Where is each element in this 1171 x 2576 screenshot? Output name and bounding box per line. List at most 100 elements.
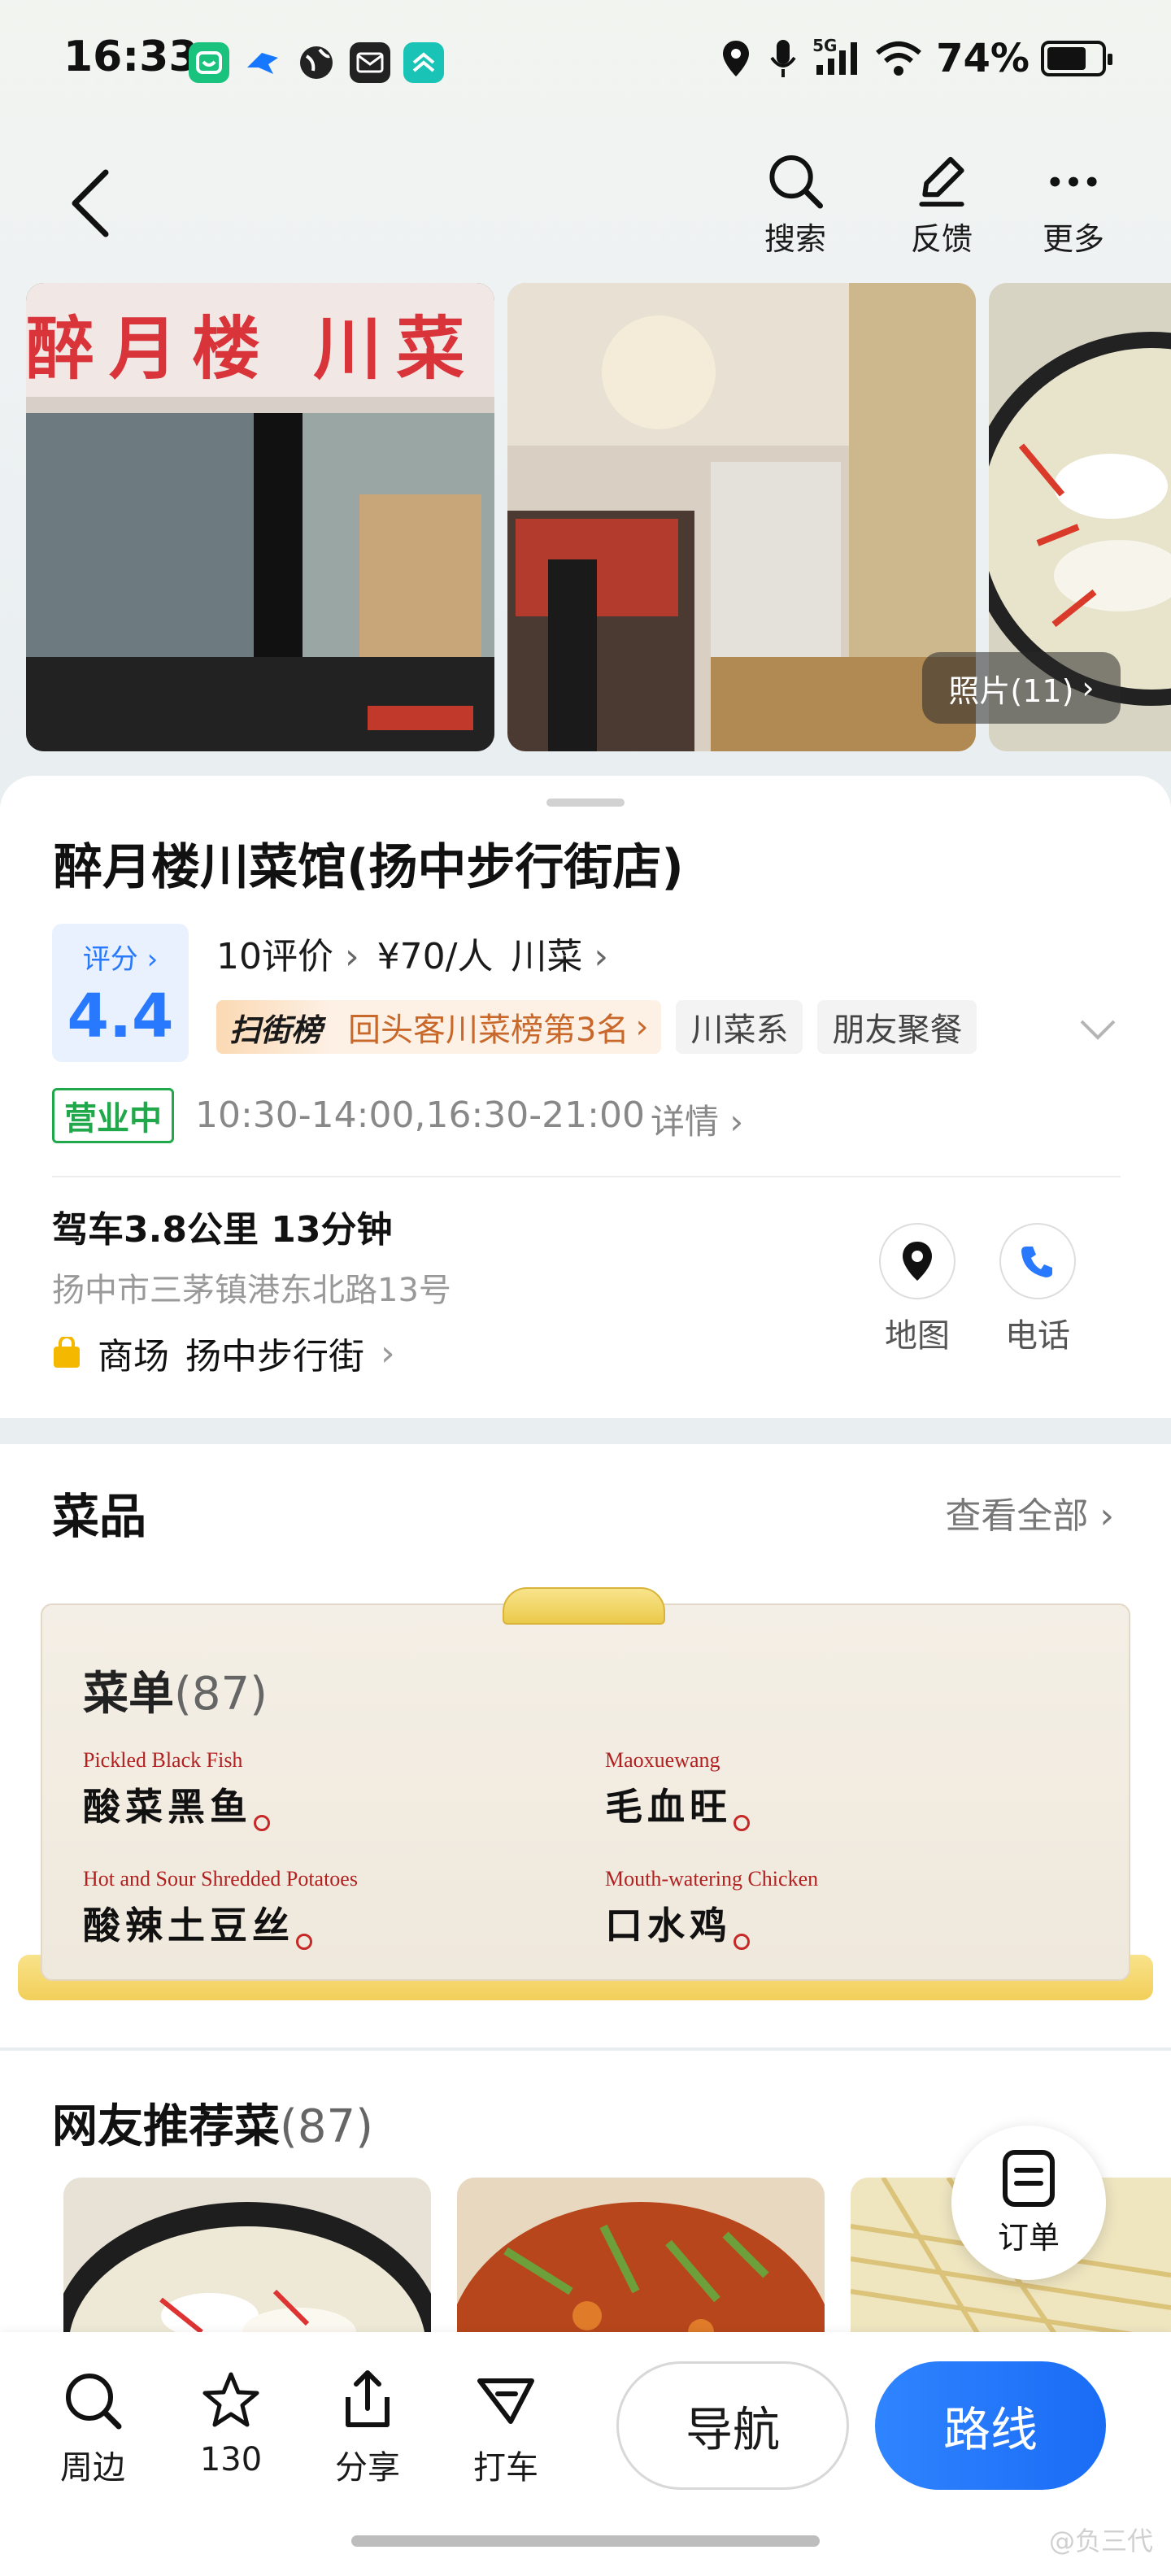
home-indicator[interactable] [351,2535,820,2547]
tag-cuisine: 川菜系 [676,1000,803,1054]
chevron-right-icon: › [719,1102,744,1142]
network-type: 5G [812,36,838,55]
drag-handle[interactable] [546,798,625,807]
menu-item-chinese: 酸菜黑鱼 [83,1778,270,1831]
mall-link[interactable]: 商场 扬中步行街 › [52,1327,395,1379]
photo-count-button[interactable]: 照片(11) › [922,652,1121,724]
menu-clip [503,1587,665,1625]
more-label: 更多 [1042,221,1104,257]
opening-hours: 10:30-14:00,16:30-21:00 [195,1094,645,1136]
status-bar: 16:33 5G 74% [0,0,1171,130]
storefront-sign-text: 醉月楼 川菜 [26,309,480,389]
category-link[interactable]: 川菜 › [511,927,608,979]
tag-occasion: 朋友聚餐 [817,1000,977,1054]
recommended-title: 网友推荐菜(87) [52,2090,373,2156]
favorite-button[interactable]: 130 [182,2369,280,2478]
chevron-right-icon: › [333,936,359,977]
photo-count-label: 照片(11) [948,672,1074,709]
category: 川菜 [511,936,583,977]
nav-app-notification-icon [403,42,444,83]
status-indicators: 5G 74% [718,36,1112,81]
bird-notification-icon [242,42,283,83]
wifi-icon [873,36,925,81]
score-value: 4.4 [67,981,174,1051]
menu-title-label: 菜单 [83,1668,174,1721]
notification-icons [189,42,444,83]
storefront-photo[interactable]: 醉月楼 川菜 [26,283,494,751]
poi-detail-card: 醉月楼川菜馆(扬中步行街店) 评分 › 4.4 10评价 › ¥70/人 川菜 … [0,776,1171,1418]
watermark: @负三代 [1048,2526,1153,2556]
order-button[interactable]: 订单 [951,2126,1106,2280]
mall-type: 商场 [98,1336,169,1377]
menu-count: (87) [174,1668,268,1721]
shopping-bag-icon [54,1337,80,1368]
chevron-right-icon: › [635,1008,649,1046]
hours-detail-label: 详情 [651,1102,720,1142]
globe-notification-icon [296,42,337,83]
share-icon [346,2370,390,2427]
tag-row: 扫街榜 回头客川菜榜第3名 › 川菜系 朋友聚餐 [216,1000,977,1054]
search-label: 搜索 [764,221,826,257]
taxi-button[interactable]: 打车 [457,2369,555,2488]
chevron-right-icon: › [137,943,159,976]
status-time: 16:33 [63,33,198,81]
taxi-icon [477,2378,534,2424]
menu-item-english: Maoxuewang [605,1748,720,1772]
edit-icon [919,156,964,207]
nearby-label: 周边 [60,2449,125,2487]
share-label: 分享 [335,2449,400,2487]
share-button[interactable]: 分享 [319,2369,416,2488]
interior-photo[interactable] [507,283,976,751]
tags-expand-button[interactable] [1078,1013,1117,1046]
reviews-link[interactable]: 10评价 › [216,927,359,979]
chevron-right-icon: › [582,936,608,977]
map-button[interactable]: 地图 [860,1223,974,1356]
reviews-count: 10评价 [216,936,333,977]
more-dots-icon [1050,176,1097,187]
photo-carousel[interactable]: 醉月楼 川菜 照片(11) › [0,283,1171,751]
search-button[interactable]: 搜索 [747,153,844,259]
taxi-label: 打车 [473,2449,538,2487]
view-all-dishes-link[interactable]: 查看全部 › [945,1486,1114,1538]
phone-button[interactable]: 电话 [981,1223,1095,1356]
chevron-right-icon: › [381,1332,395,1374]
battery-icon [1041,41,1112,76]
more-button[interactable]: 更多 [1025,153,1122,259]
menu-item-chinese: 毛血旺 [605,1778,750,1831]
navigate-button[interactable]: 导航 [616,2361,849,2490]
recommended-title-label: 网友推荐菜 [52,2100,280,2153]
star-icon [202,2372,259,2427]
nearby-button[interactable]: 周边 [44,2369,141,2488]
rank-logo: 扫街榜 [216,1000,336,1054]
menu-board[interactable]: 菜单(87) Pickled Black Fish 酸菜黑鱼 Maoxuewan… [18,1587,1153,2007]
menu-item[interactable]: Maoxuewang 毛血旺 [605,1748,750,1831]
score-box[interactable]: 评分 › 4.4 [52,924,189,1062]
menu-item-english: Mouth-watering Chicken [605,1867,819,1891]
view-all-label: 查看全部 [945,1495,1089,1537]
location-icon [718,36,754,81]
rank-tag[interactable]: 扫街榜 回头客川菜榜第3名 › [216,1000,662,1054]
route-button[interactable]: 路线 [875,2361,1106,2490]
phone-icon [1021,1247,1052,1277]
poi-meta-line: 10评价 › ¥70/人 川菜 › [216,927,608,979]
open-status-badge: 营业中 [52,1088,174,1143]
menu-item-chinese: 口水鸡 [605,1896,818,1950]
menu-item[interactable]: Mouth-watering Chicken 口水鸡 [605,1867,818,1950]
menu-item[interactable]: Hot and Sour Shredded Potatoes 酸辣土豆丝 [83,1867,358,1950]
rank-text: 回头客川菜榜第3名 [348,1012,629,1049]
favorites-count: 130 [199,2441,263,2478]
menu-item[interactable]: Pickled Black Fish 酸菜黑鱼 [83,1748,270,1831]
dishes-section: 菜品 查看全部 › 菜单(87) Pickled Black Fish 酸菜黑鱼… [0,1444,1171,2047]
menu-title: 菜单(87) [83,1657,268,1723]
search-icon [769,154,824,209]
back-button[interactable] [70,163,135,244]
hours-detail-link[interactable]: 详情 › [651,1094,743,1144]
menu-item-english: Hot and Sour Shredded Potatoes [83,1867,358,1891]
divider [52,1176,1121,1177]
chevron-down-icon [1080,1020,1116,1040]
poi-name: 醉月楼川菜馆(扬中步行街店) [54,839,684,896]
battery-percent: 74% [936,36,1030,81]
feedback-label: 反馈 [910,221,973,257]
menu-item-chinese: 酸辣土豆丝 [83,1896,358,1950]
feedback-button[interactable]: 反馈 [893,153,990,259]
